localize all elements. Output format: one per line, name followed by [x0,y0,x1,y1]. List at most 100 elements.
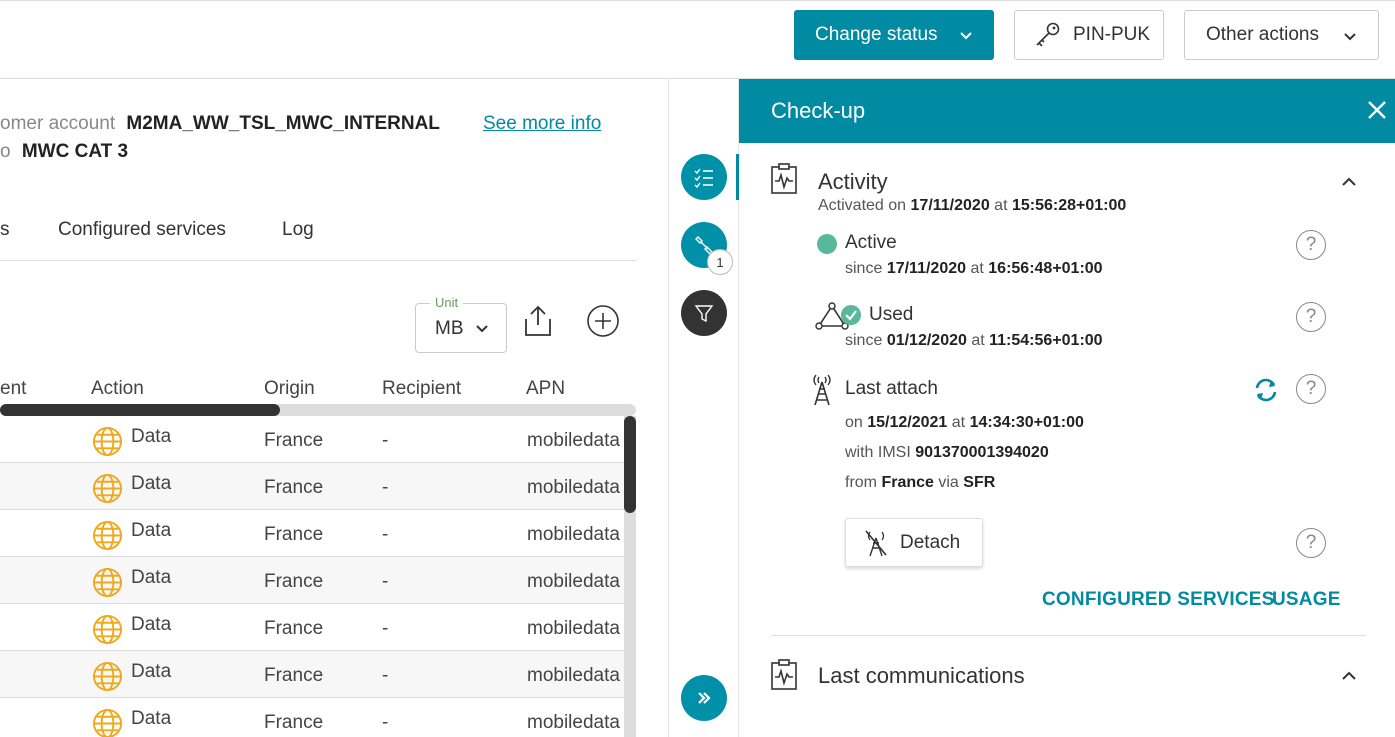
table-row[interactable]: Data France - mobiledata [0,510,624,557]
globe-icon [92,567,123,598]
double-chevron-right-icon [698,692,711,704]
table-row[interactable]: Data France - mobiledata [0,698,624,737]
offer-row: o MWC CAT 3 [0,141,128,163]
origin-cell: France [264,430,324,451]
top-toolbar: Change status PIN-PUK Other actions [0,0,1395,79]
filter-rail-button[interactable] [681,290,727,336]
table-row[interactable]: Data France - mobiledata [0,463,624,510]
active-status-label: Active [845,232,897,253]
horizontal-scroll-thumb[interactable] [0,404,280,416]
action-cell: Data [131,567,172,588]
chevron-up-icon[interactable] [1341,671,1357,681]
column-header-origin[interactable]: Origin [264,378,315,400]
antenna-off-icon [865,529,887,556]
change-status-label: Change status [815,24,938,45]
configured-services-link[interactable]: CONFIGURED SERVICES [1042,589,1275,611]
notification-badge: 1 [707,249,733,275]
tab-configured-services[interactable]: Configured services [58,219,226,241]
origin-cell: France [264,524,324,545]
pin-puk-label: PIN-PUK [1073,24,1151,45]
table-row[interactable]: Data France - mobiledata [0,557,624,604]
help-icon[interactable]: ? [1296,302,1326,332]
help-icon[interactable]: ? [1296,528,1326,558]
attach-from-text: from France via SFR [845,474,996,491]
chevron-down-icon [476,325,488,333]
column-header-action[interactable]: Action [91,378,144,400]
chevron-down-icon [1344,33,1356,41]
export-icon[interactable] [520,303,556,339]
recipient-cell: - [382,571,389,592]
tab-partial[interactable]: s [0,219,10,241]
customer-account-row: omer account M2MA_WW_TSL_MWC_INTERNAL [0,113,440,135]
apn-cell: mobiledata [527,571,620,592]
detach-button[interactable]: Detach [845,518,983,567]
table-row[interactable]: Data France - mobiledata [0,416,624,463]
checkup-rail-button[interactable] [681,154,727,200]
vertical-scroll-thumb[interactable] [624,416,636,513]
used-network-icon [815,302,861,330]
offer-value: MWC CAT 3 [21,141,129,162]
unit-value: MB [435,318,464,339]
filter-icon [694,305,714,323]
unit-select[interactable]: Unit MB [415,295,507,353]
last-communications-title: Last communications [818,663,1025,688]
origin-cell: France [264,618,324,639]
action-cell: Data [131,426,172,447]
recipient-cell: - [382,477,389,498]
recipient-cell: - [382,430,389,451]
close-icon[interactable] [1365,98,1389,122]
change-status-button[interactable]: Change status [794,10,994,60]
customer-account-label: omer account [0,113,116,134]
action-cell: Data [131,520,172,541]
action-cell: Data [131,614,172,635]
origin-cell: France [264,712,324,733]
action-cell: Data [131,661,172,682]
see-more-info-link[interactable]: See more info [483,113,601,135]
last-attach-label: Last attach [845,378,938,399]
key-icon [1036,22,1060,47]
recipient-cell: - [382,665,389,686]
attach-imsi-text: with IMSI 901370001394020 [845,444,1049,461]
chevron-down-icon [960,32,972,40]
refresh-icon[interactable] [1251,375,1281,405]
recipient-cell: - [382,712,389,733]
active-since-text: since 17/11/2020 at 16:56:48+01:00 [845,260,1103,277]
checkup-title: Check-up [771,98,866,123]
side-rail: 1 [670,79,739,737]
horizontal-scrollbar[interactable] [0,404,636,416]
table-row[interactable]: Data France - mobiledata [0,604,624,651]
usage-link[interactable]: USAGE [1272,589,1341,611]
tab-log[interactable]: Log [282,219,314,241]
unit-label: Unit [430,295,464,310]
other-actions-button[interactable]: Other actions [1184,10,1379,60]
add-icon[interactable] [585,303,621,339]
column-header-apn[interactable]: APN [526,378,565,400]
recipient-cell: - [382,524,389,545]
action-cell: Data [131,708,172,729]
used-since-text: since 01/12/2020 at 11:54:56+01:00 [845,332,1103,349]
expand-rail-button[interactable] [681,675,727,721]
column-header-recipient[interactable]: Recipient [382,378,461,400]
help-icon[interactable]: ? [1296,230,1326,260]
apn-cell: mobiledata [527,665,620,686]
globe-icon [92,426,123,457]
tab-bar: s Configured services Log [0,217,637,261]
activity-clipboard-icon [771,163,797,194]
active-status-dot [817,234,837,254]
table-row[interactable]: Data France - mobiledata [0,651,624,698]
section-divider [771,635,1366,636]
help-icon[interactable]: ? [1296,374,1326,404]
globe-icon [92,520,123,551]
globe-icon [92,614,123,645]
column-header-partial[interactable]: ent [0,378,26,400]
used-status-label: Used [869,304,914,325]
pin-puk-button[interactable]: PIN-PUK [1014,10,1164,60]
apn-cell: mobiledata [527,524,620,545]
vertical-scrollbar[interactable] [624,416,636,737]
activated-on-text: Activated on 17/11/2020 at 15:56:28+01:0… [818,197,1127,214]
globe-icon [92,661,123,692]
communications-clipboard-icon [771,659,797,690]
chevron-up-icon[interactable] [1341,177,1357,187]
globe-icon [92,708,123,737]
other-actions-label: Other actions [1206,24,1319,45]
